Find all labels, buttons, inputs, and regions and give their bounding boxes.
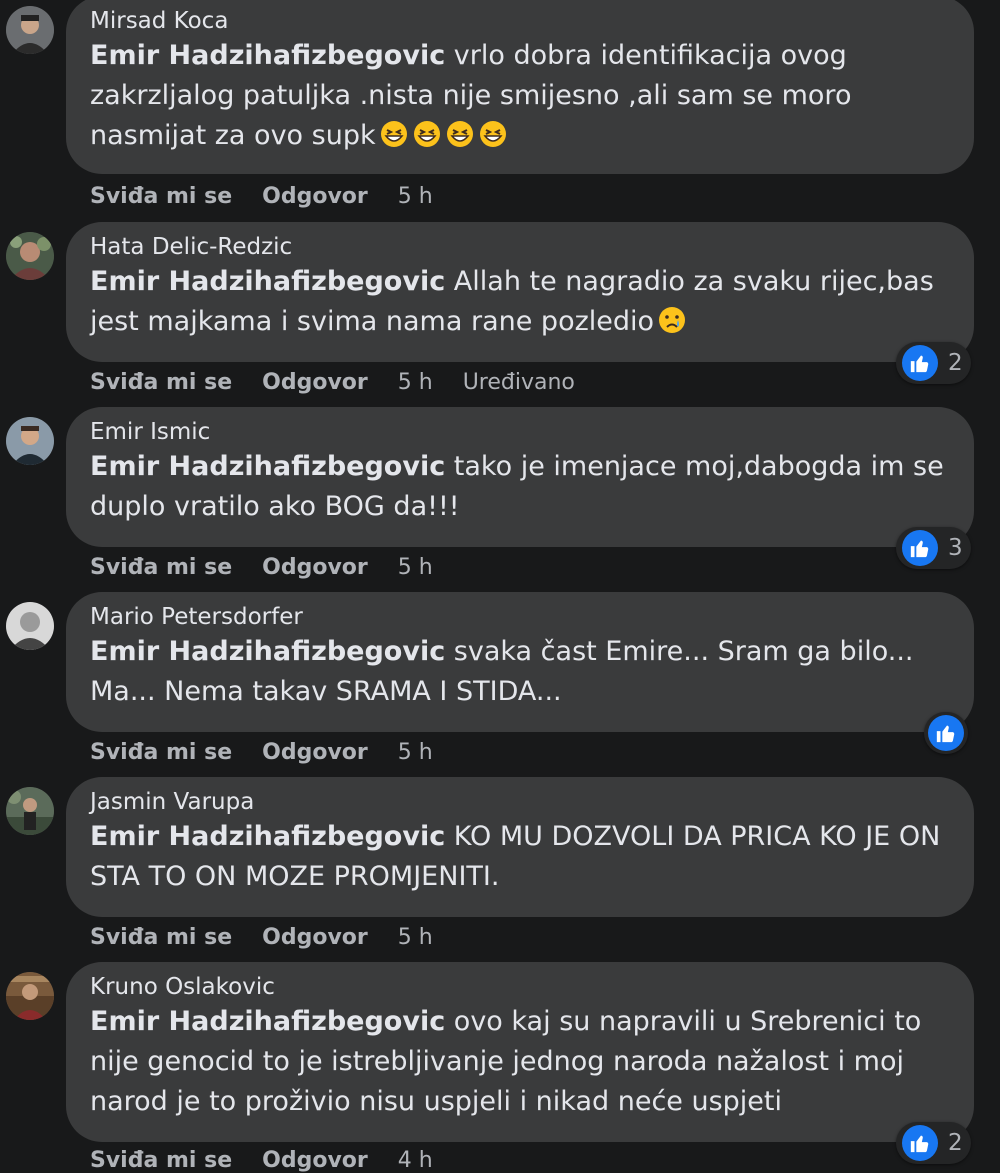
comment-author[interactable]: Emir Ismic <box>90 417 954 447</box>
comment-actions: Sviđa mi se Odgovor 5 h Uređivano <box>90 370 605 395</box>
like-button[interactable]: Sviđa mi se <box>90 555 232 580</box>
reply-button[interactable]: Odgovor <box>262 184 368 209</box>
comment-bubble: Emir Ismic Emir Hadzihafizbegovic tako j… <box>66 407 974 547</box>
reply-button[interactable]: Odgovor <box>262 370 368 395</box>
like-reaction-icon <box>928 715 964 751</box>
avatar[interactable] <box>6 417 54 465</box>
comment-author[interactable]: Mirsad Koca <box>90 6 954 36</box>
like-button[interactable]: Sviđa mi se <box>90 925 232 950</box>
mention-link[interactable]: Emir Hadzihafizbegovic <box>90 266 445 297</box>
comment-bubble: Mirsad Koca Emir Hadzihafizbegovic vrlo … <box>66 0 974 174</box>
avatar[interactable] <box>6 602 54 650</box>
comment-actions: Sviđa mi se Odgovor 4 h <box>90 1148 463 1173</box>
grinning-squinting-face-icon <box>376 120 508 151</box>
avatar[interactable] <box>6 6 54 54</box>
like-button[interactable]: Sviđa mi se <box>90 740 232 765</box>
like-reaction-icon <box>902 530 938 566</box>
comment-author[interactable]: Hata Delic-Redzic <box>90 232 954 262</box>
timestamp[interactable]: 5 h <box>398 555 433 580</box>
reaction-count: 2 <box>948 350 963 376</box>
mention-link[interactable]: Emir Hadzihafizbegovic <box>90 451 445 482</box>
like-reaction-icon <box>902 345 938 381</box>
comment-text: Emir Hadzihafizbegovic KO MU DOZVOLI DA … <box>90 817 954 897</box>
edited-label[interactable]: Uređivano <box>463 370 575 395</box>
reaction-count: 3 <box>948 535 963 561</box>
like-button[interactable]: Sviđa mi se <box>90 1148 232 1173</box>
timestamp[interactable]: 5 h <box>398 925 433 950</box>
comment-actions: Sviđa mi se Odgovor 5 h <box>90 925 463 950</box>
reaction-counter[interactable]: 2 <box>896 1122 971 1164</box>
comment-author[interactable]: Kruno Oslakovic <box>90 972 954 1002</box>
reply-button[interactable]: Odgovor <box>262 925 368 950</box>
reaction-counter[interactable] <box>924 712 968 754</box>
comment-bubble: Jasmin Varupa Emir Hadzihafizbegovic KO … <box>66 777 974 917</box>
comment-text: Emir Hadzihafizbegovic tako je imenjace … <box>90 447 954 527</box>
comment-author[interactable]: Jasmin Varupa <box>90 787 954 817</box>
mention-link[interactable]: Emir Hadzihafizbegovic <box>90 821 445 852</box>
comment-bubble: Mario Petersdorfer Emir Hadzihafizbegovi… <box>66 592 974 732</box>
avatar[interactable] <box>6 787 54 835</box>
like-button[interactable]: Sviđa mi se <box>90 370 232 395</box>
timestamp[interactable]: 5 h <box>398 740 433 765</box>
timestamp[interactable]: 4 h <box>398 1148 433 1173</box>
comment-actions: Sviđa mi se Odgovor 5 h <box>90 740 463 765</box>
reaction-counter[interactable]: 2 <box>896 342 971 384</box>
comment-bubble: Hata Delic-Redzic Emir Hadzihafizbegovic… <box>66 222 974 362</box>
mention-link[interactable]: Emir Hadzihafizbegovic <box>90 40 445 71</box>
comment-author[interactable]: Mario Petersdorfer <box>90 602 954 632</box>
avatar[interactable] <box>6 232 54 280</box>
comment-text: Emir Hadzihafizbegovic Allah te nagradio… <box>90 262 954 342</box>
comment-text: Emir Hadzihafizbegovic svaka čast Emire.… <box>90 632 954 712</box>
reaction-count: 2 <box>948 1130 963 1156</box>
comment-actions: Sviđa mi se Odgovor 5 h <box>90 184 463 209</box>
avatar[interactable] <box>6 972 54 1020</box>
mention-link[interactable]: Emir Hadzihafizbegovic <box>90 636 445 667</box>
reply-button[interactable]: Odgovor <box>262 740 368 765</box>
like-reaction-icon <box>902 1125 938 1161</box>
reply-button[interactable]: Odgovor <box>262 555 368 580</box>
comment-text: Emir Hadzihafizbegovic vrlo dobra identi… <box>90 36 954 156</box>
mention-link[interactable]: Emir Hadzihafizbegovic <box>90 1006 445 1037</box>
comment-actions: Sviđa mi se Odgovor 5 h <box>90 555 463 580</box>
timestamp[interactable]: 5 h <box>398 184 433 209</box>
comment-text: Emir Hadzihafizbegovic ovo kaj su naprav… <box>90 1002 954 1122</box>
crying-face-icon <box>654 306 687 337</box>
like-button[interactable]: Sviđa mi se <box>90 184 232 209</box>
reply-button[interactable]: Odgovor <box>262 1148 368 1173</box>
timestamp[interactable]: 5 h <box>398 370 433 395</box>
reaction-counter[interactable]: 3 <box>896 527 971 569</box>
comment-bubble: Kruno Oslakovic Emir Hadzihafizbegovic o… <box>66 962 974 1142</box>
